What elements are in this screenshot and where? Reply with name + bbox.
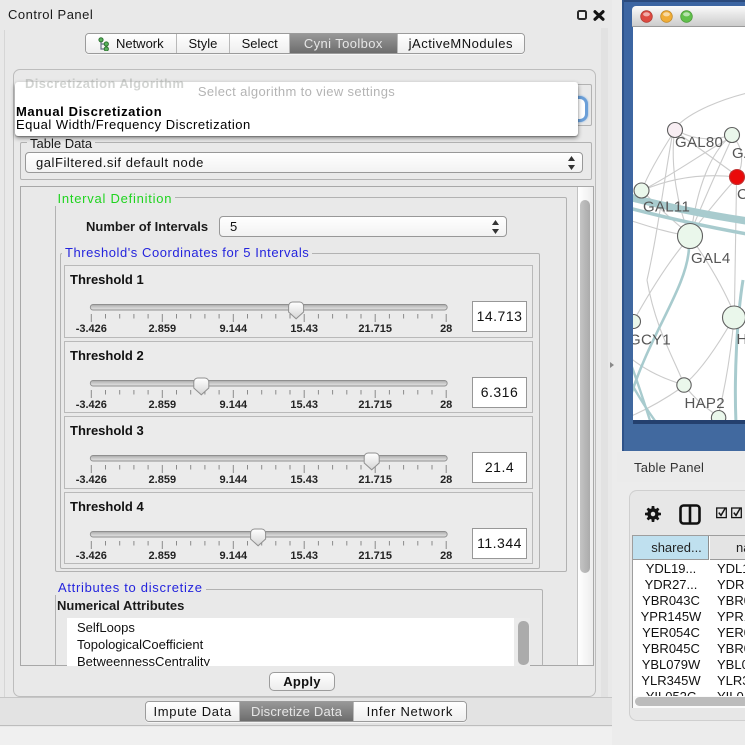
svg-text:GAL2: GAL2 xyxy=(732,145,745,162)
svg-text:GAL4: GAL4 xyxy=(691,250,731,267)
svg-text:CDC19: CDC19 xyxy=(737,186,745,203)
svg-text:GCY1: GCY1 xyxy=(633,332,671,349)
svg-text:HAP2: HAP2 xyxy=(685,395,725,412)
svg-text:HIS4: HIS4 xyxy=(737,331,745,348)
svg-text:GAL11: GAL11 xyxy=(643,199,690,216)
svg-text:GAL80: GAL80 xyxy=(675,134,723,151)
